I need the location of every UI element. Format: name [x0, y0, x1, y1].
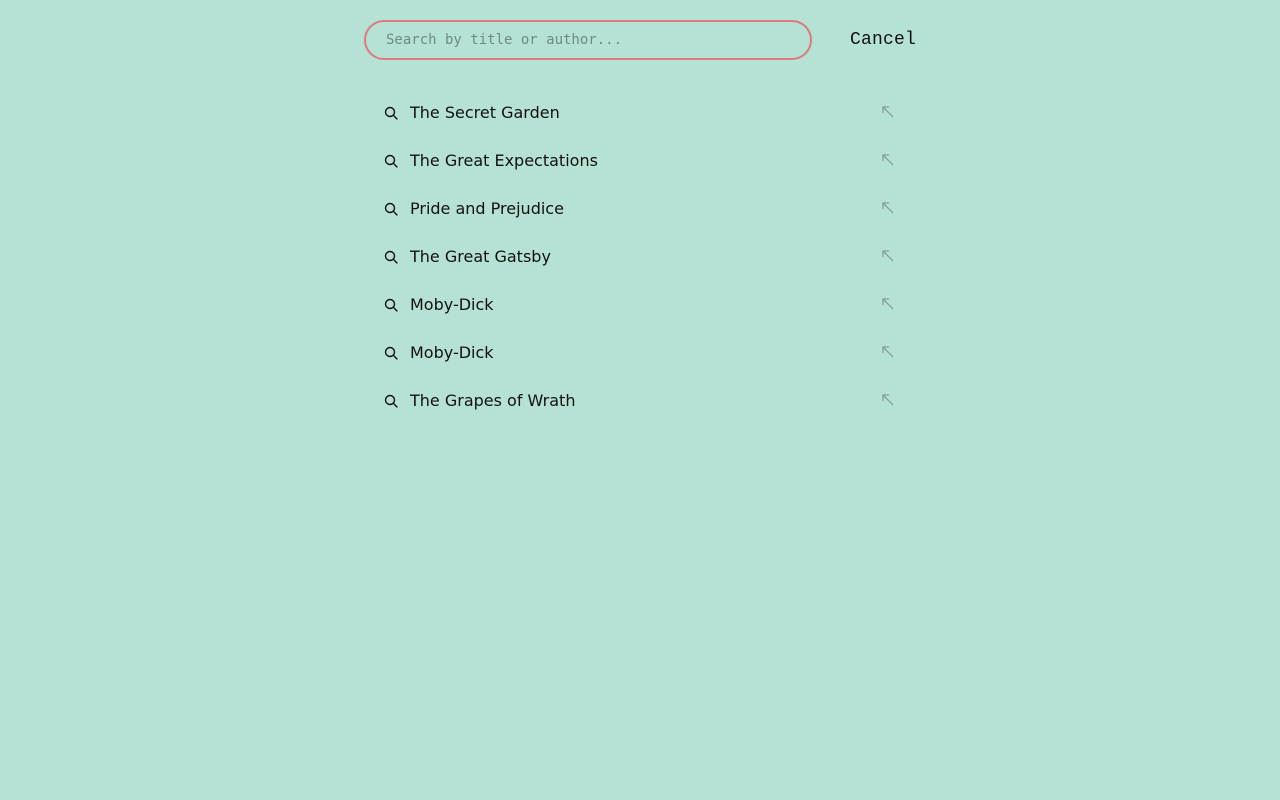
suggestion-item[interactable]: The Great Expectations: [376, 136, 904, 184]
cancel-button[interactable]: Cancel: [850, 30, 916, 50]
suggestion-label: Moby-Dick: [410, 294, 494, 314]
suggestion-list: The Secret Garden The Great Expectations…: [376, 88, 904, 424]
suggestion-item[interactable]: The Great Gatsby: [376, 232, 904, 280]
suggestion-item[interactable]: Pride and Prejudice: [376, 184, 904, 232]
search-icon: [384, 105, 398, 120]
search-input[interactable]: [364, 20, 812, 60]
suggestion-item[interactable]: Moby-Dick: [376, 328, 904, 376]
search-icon: [384, 393, 398, 408]
suggestion-item[interactable]: The Secret Garden: [376, 88, 904, 136]
arrow-up-left-icon[interactable]: [880, 248, 896, 264]
arrow-up-left-icon[interactable]: [880, 104, 896, 120]
suggestion-label: Pride and Prejudice: [410, 198, 564, 218]
suggestion-label: Moby-Dick: [410, 342, 494, 362]
arrow-up-left-icon[interactable]: [880, 152, 896, 168]
suggestion-label: The Great Gatsby: [410, 246, 551, 266]
suggestion-label: The Secret Garden: [410, 102, 560, 122]
search-icon: [384, 201, 398, 216]
arrow-up-left-icon[interactable]: [880, 344, 896, 360]
search-bar: Cancel: [364, 20, 924, 60]
suggestion-item[interactable]: Moby-Dick: [376, 280, 904, 328]
arrow-up-left-icon[interactable]: [880, 392, 896, 408]
suggestion-item[interactable]: The Grapes of Wrath: [376, 376, 904, 424]
suggestion-label: The Grapes of Wrath: [410, 390, 576, 410]
search-icon: [384, 345, 398, 360]
search-icon: [384, 297, 398, 312]
arrow-up-left-icon[interactable]: [880, 296, 896, 312]
suggestion-label: The Great Expectations: [410, 150, 598, 170]
search-icon: [384, 153, 398, 168]
search-icon: [384, 249, 398, 264]
arrow-up-left-icon[interactable]: [880, 200, 896, 216]
